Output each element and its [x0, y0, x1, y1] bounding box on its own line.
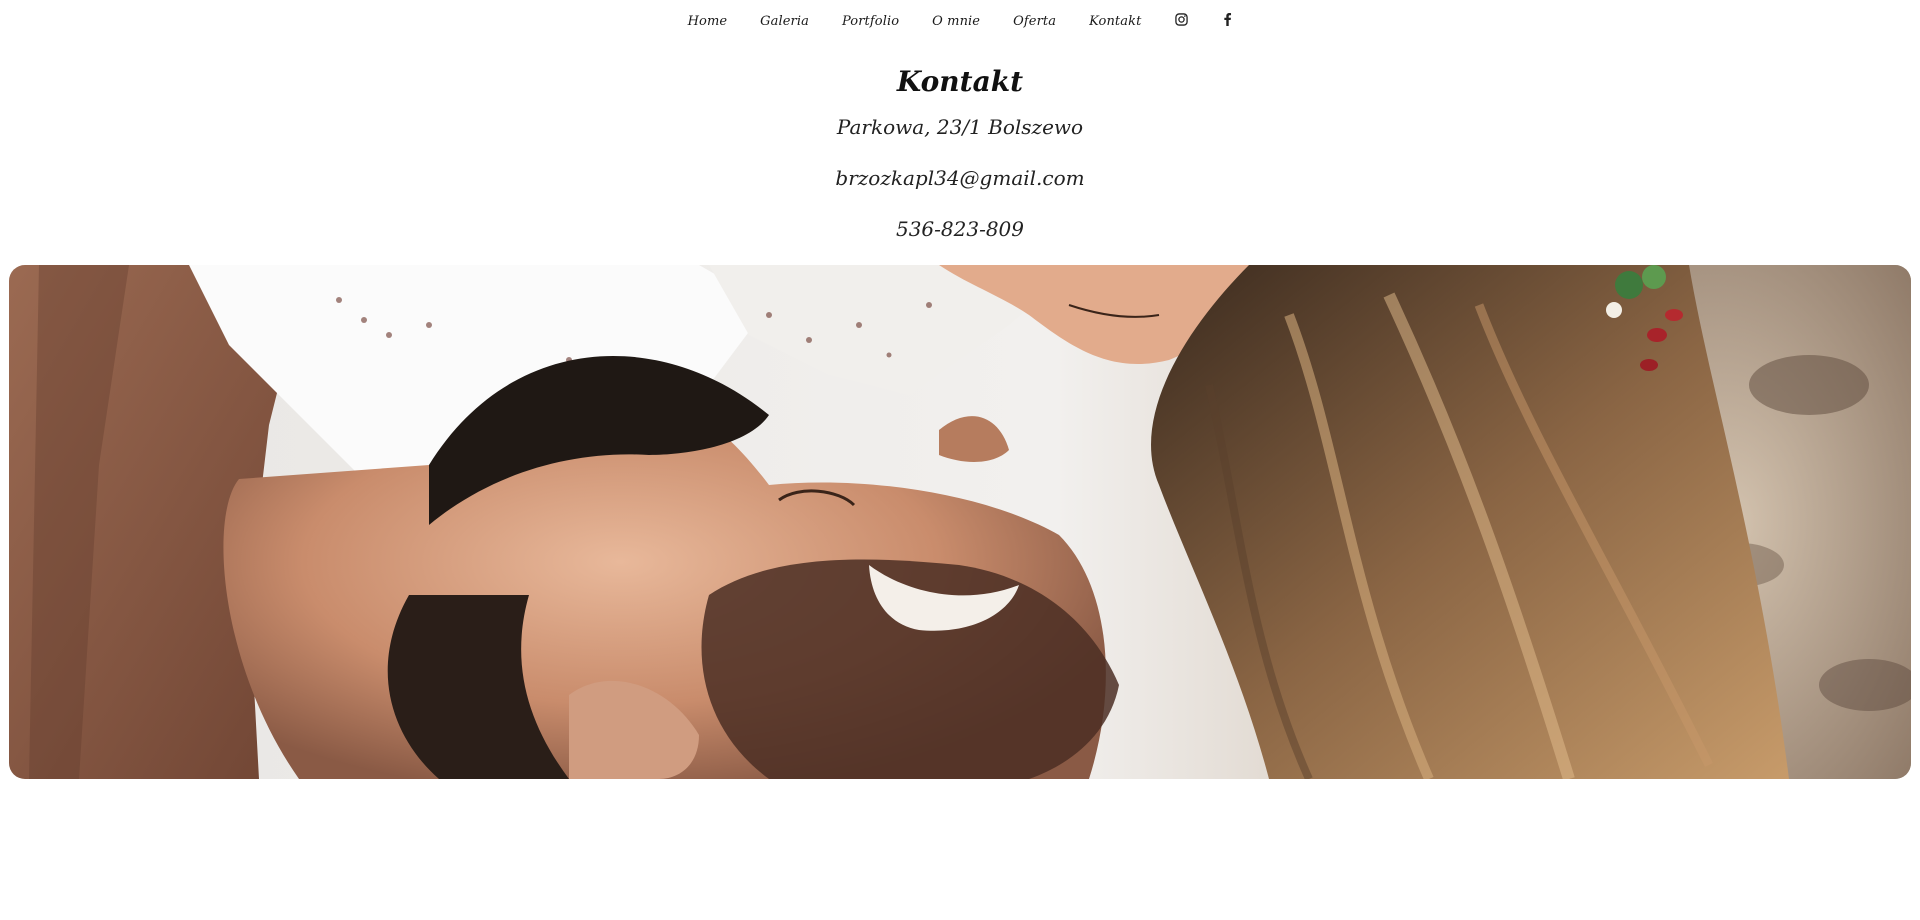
contact-section: Kontakt Parkowa, 23/1 Bolszewo brzozkapl…	[0, 62, 1920, 241]
wedding-couple-photo	[9, 265, 1911, 779]
instagram-icon[interactable]	[1174, 12, 1188, 26]
contact-email[interactable]: brzozkapl34@gmail.com	[0, 165, 1920, 191]
main-navigation: Home Galeria Portfolio O mnie Oferta Kon…	[0, 0, 1920, 42]
nav-link-galeria[interactable]: Galeria	[760, 14, 809, 29]
nav-link-home[interactable]: Home	[688, 14, 728, 29]
contact-phone[interactable]: 536-823-809	[0, 216, 1920, 242]
hero-photo	[9, 265, 1911, 779]
nav-link-kontakt[interactable]: Kontakt	[1089, 14, 1141, 29]
nav-items: Home Galeria Portfolio O mnie Oferta Kon…	[688, 12, 1235, 29]
facebook-icon[interactable]	[1220, 12, 1234, 26]
social-icons	[1174, 12, 1234, 26]
nav-link-o-mnie[interactable]: O mnie	[932, 14, 980, 29]
contact-address: Parkowa, 23/1 Bolszewo	[836, 115, 1084, 139]
nav-link-portfolio[interactable]: Portfolio	[842, 14, 899, 29]
page-title: Kontakt	[896, 65, 1024, 98]
nav-link-oferta[interactable]: Oferta	[1013, 14, 1056, 29]
